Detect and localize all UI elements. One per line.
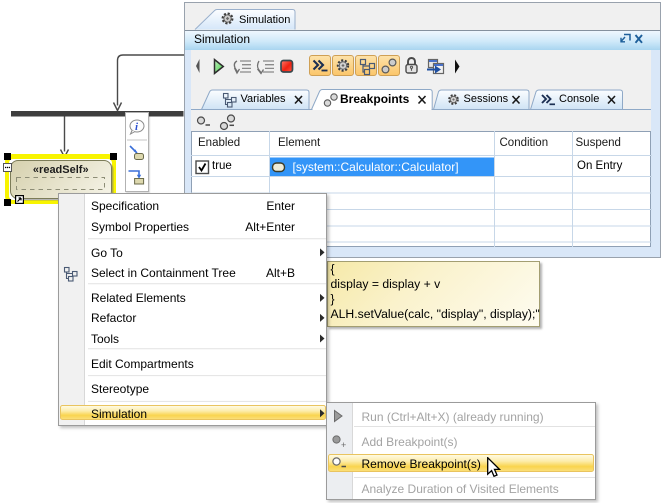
svg-text:+: + xyxy=(341,440,346,450)
